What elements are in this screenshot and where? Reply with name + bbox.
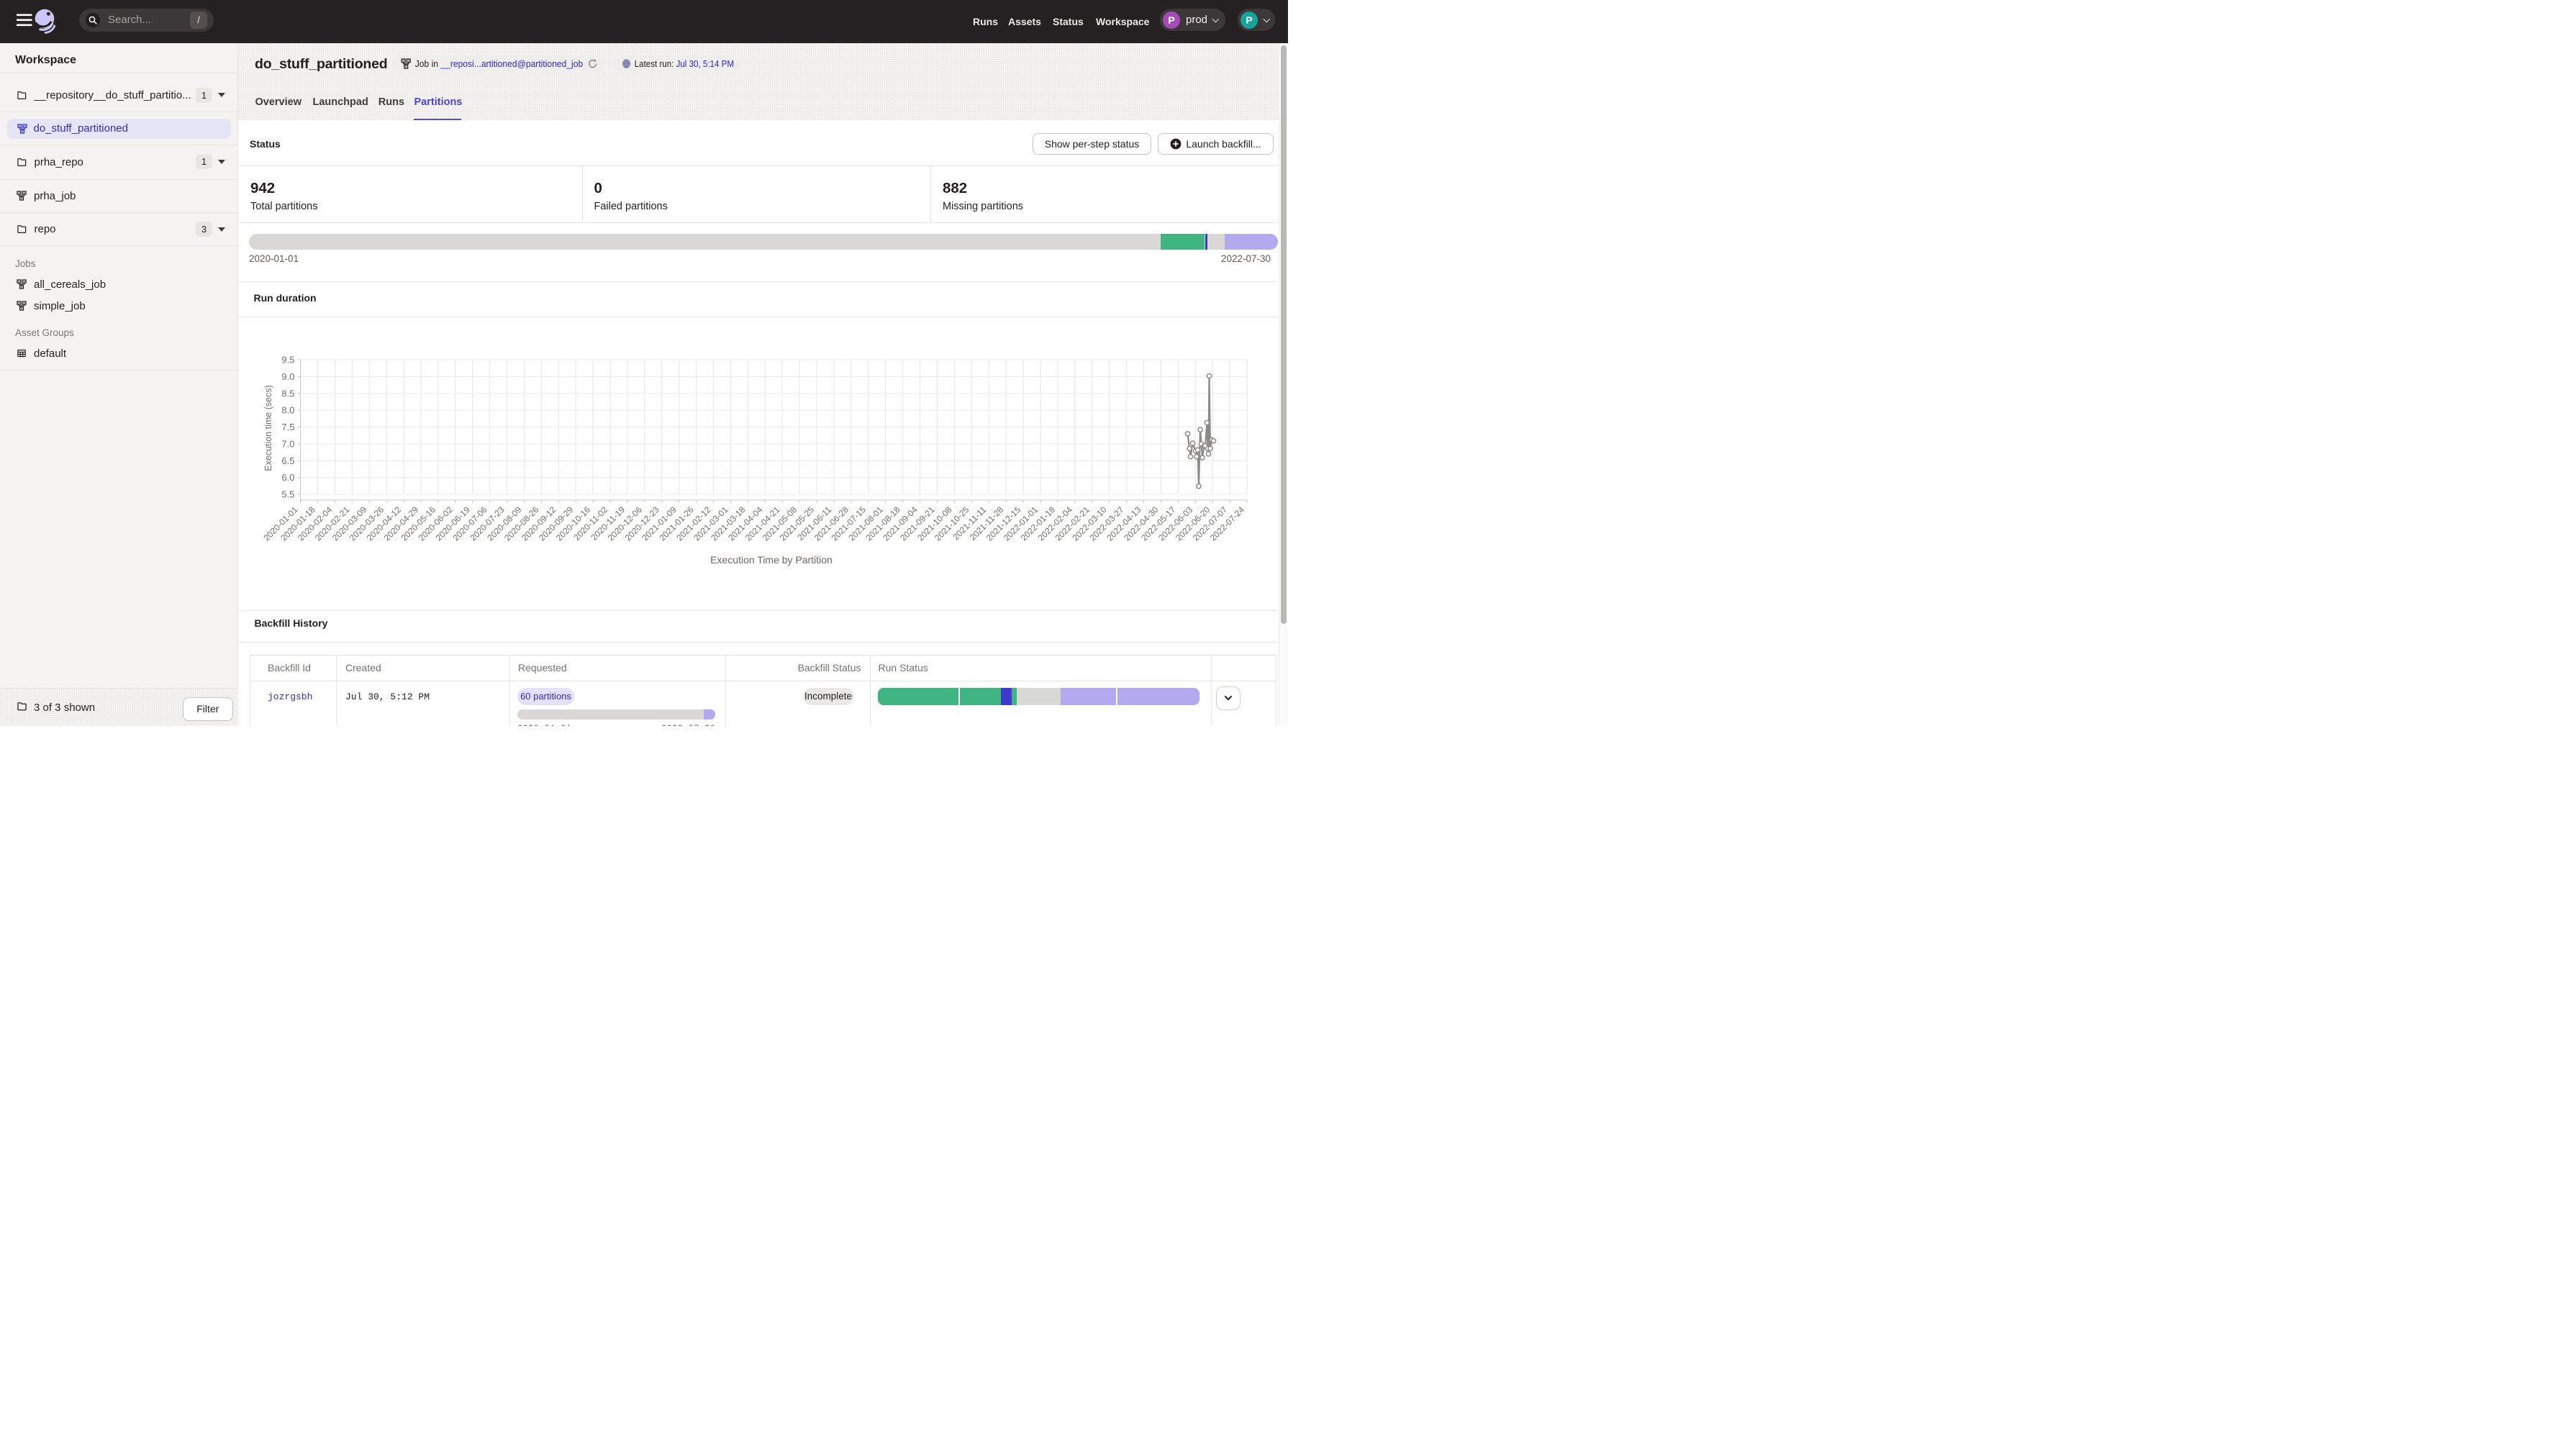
svg-text:8.5: 8.5 (281, 388, 294, 399)
svg-text:7.5: 7.5 (281, 422, 294, 432)
svg-text:8.0: 8.0 (281, 405, 294, 416)
svg-text:7.0: 7.0 (281, 438, 294, 449)
svg-text:5.5: 5.5 (281, 489, 294, 500)
svg-text:6.0: 6.0 (281, 472, 294, 483)
svg-text:6.5: 6.5 (281, 455, 294, 466)
svg-text:9.0: 9.0 (281, 371, 294, 382)
svg-text:Execution time (secs): Execution time (secs) (263, 385, 273, 471)
svg-text:Execution Time by Partition: Execution Time by Partition (710, 554, 833, 566)
svg-text:9.5: 9.5 (281, 355, 294, 366)
